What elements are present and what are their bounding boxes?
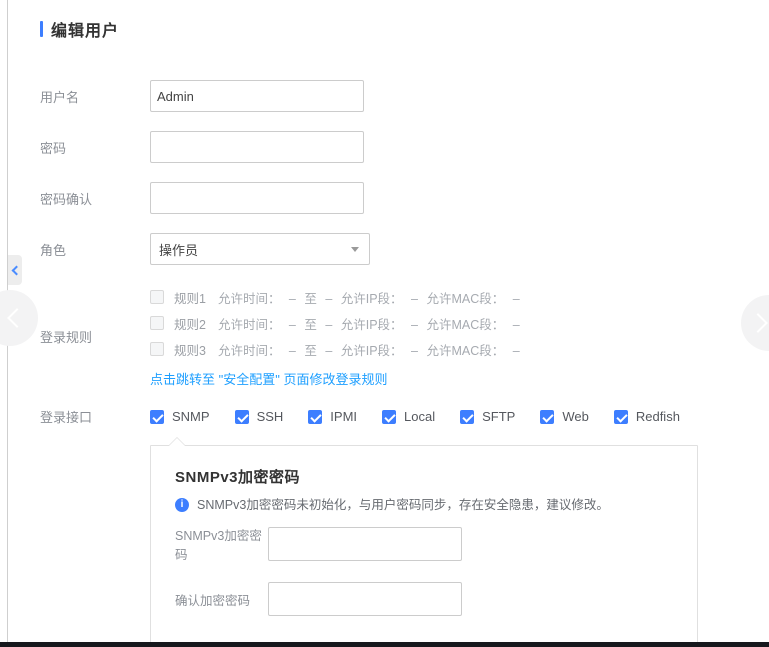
- snmpv3-password-label: SNMPv3加密密码: [175, 525, 268, 563]
- username-label: 用户名: [40, 87, 150, 106]
- redfish-checkbox[interactable]: [614, 410, 628, 424]
- login-rule-row: 规则2 允许时间： – 至 – 允许IP段： – 允许MAC段： –: [150, 310, 520, 336]
- snmpv3-notice-text: SNMPv3加密密码未初始化，与用户密码同步，存在安全隐患，建议修改。: [197, 497, 609, 514]
- interface-option-local[interactable]: Local: [382, 409, 435, 424]
- rule2-detail: 允许时间： – 至 – 允许IP段： – 允许MAC段： –: [218, 314, 520, 333]
- rule1-checkbox[interactable]: [150, 290, 164, 304]
- password-input[interactable]: [150, 131, 364, 163]
- ssh-label: SSH: [257, 409, 284, 424]
- rule1-detail: 允许时间： – 至 – 允许IP段： – 允许MAC段： –: [218, 288, 520, 307]
- snmpv3-password-confirm-input[interactable]: [268, 582, 462, 616]
- password-label: 密码: [40, 138, 150, 157]
- web-checkbox[interactable]: [540, 410, 554, 424]
- interface-option-sftp[interactable]: SFTP: [460, 409, 515, 424]
- rule3-detail: 允许时间： – 至 – 允许IP段： – 允许MAC段： –: [218, 340, 520, 359]
- chevron-right-icon: [748, 313, 768, 333]
- interface-option-web[interactable]: Web: [540, 409, 589, 424]
- sftp-checkbox[interactable]: [460, 410, 474, 424]
- role-label: 角色: [40, 240, 150, 259]
- page-header: 编辑用户: [40, 18, 769, 40]
- snmp-label: SNMP: [172, 409, 210, 424]
- rule2-name: 规则2: [174, 314, 206, 333]
- ipmi-checkbox[interactable]: [308, 410, 322, 424]
- title-accent-bar: [40, 21, 43, 37]
- edit-user-content: 编辑用户 用户名 密码 密码确认 角色 操作员: [8, 0, 769, 647]
- login-interfaces-label: 登录接口: [40, 407, 150, 426]
- chevron-down-icon: [351, 247, 359, 252]
- panel-callout-notch-fill: [169, 438, 185, 446]
- form-row-login-rules: 登录规则 规则1 允许时间： – 至 – 允许IP段： – 允许MAC段： – …: [40, 284, 769, 388]
- login-rules-list: 规则1 允许时间： – 至 – 允许IP段： – 允许MAC段： – 规则2 允…: [150, 284, 520, 388]
- snmpv3-password-input[interactable]: [268, 527, 462, 561]
- login-rules-label: 登录规则: [40, 327, 150, 346]
- snmpv3-fields: SNMPv3加密密码 确认加密密码: [175, 525, 673, 616]
- snmpv3-panel-title: SNMPv3加密密码: [175, 466, 673, 487]
- security-config-link[interactable]: 点击跳转至 "安全配置" 页面修改登录规则: [150, 369, 520, 388]
- login-interfaces-group: SNMP SSH IPMI Local: [150, 409, 705, 424]
- local-checkbox[interactable]: [382, 410, 396, 424]
- snmp-checkbox[interactable]: [150, 410, 164, 424]
- interface-option-ipmi[interactable]: IPMI: [308, 409, 357, 424]
- page-title: 编辑用户: [51, 17, 119, 41]
- snmpv3-panel: SNMPv3加密密码 SNMPv3加密密码未初始化，与用户密码同步，存在安全隐患…: [150, 445, 698, 647]
- chevron-left-icon: [12, 265, 22, 275]
- edit-user-page: 编辑用户 用户名 密码 密码确认 角色 操作员: [0, 0, 769, 647]
- web-label: Web: [562, 409, 589, 424]
- form-row-login-interfaces: 登录接口 SNMP SSH IPMI: [40, 407, 769, 426]
- redfish-label: Redfish: [636, 409, 680, 424]
- local-label: Local: [404, 409, 435, 424]
- ipmi-label: IPMI: [330, 409, 357, 424]
- login-rule-row: 规则3 允许时间： – 至 – 允许IP段： – 允许MAC段： –: [150, 336, 520, 362]
- snmpv3-password-confirm-label: 确认加密密码: [175, 590, 268, 609]
- edit-user-form: 用户名 密码 密码确认 角色 操作员 登录规则: [40, 80, 769, 647]
- interface-option-snmp[interactable]: SNMP: [150, 409, 210, 424]
- interface-option-ssh[interactable]: SSH: [235, 409, 284, 424]
- sftp-label: SFTP: [482, 409, 515, 424]
- form-row-snmpv3-password: SNMPv3加密密码: [175, 525, 673, 563]
- form-row-snmpv3-password-confirm: 确认加密密码: [175, 582, 673, 616]
- bottom-bar: [0, 642, 769, 647]
- password-confirm-label: 密码确认: [40, 189, 150, 208]
- snmpv3-notice: SNMPv3加密密码未初始化，与用户密码同步，存在安全隐患，建议修改。: [175, 497, 673, 514]
- role-select-value: 操作员: [159, 240, 198, 259]
- sidebar-collapse-toggle[interactable]: [8, 255, 22, 285]
- password-confirm-input[interactable]: [150, 182, 364, 214]
- form-row-password-confirm: 密码确认: [40, 182, 769, 214]
- form-row-password: 密码: [40, 131, 769, 163]
- chevron-left-icon: [7, 308, 27, 328]
- role-select[interactable]: 操作员: [150, 233, 370, 265]
- info-icon: [175, 498, 189, 512]
- form-row-username: 用户名: [40, 80, 769, 112]
- ssh-checkbox[interactable]: [235, 410, 249, 424]
- login-rule-row: 规则1 允许时间： – 至 – 允许IP段： – 允许MAC段： –: [150, 284, 520, 310]
- rule3-checkbox[interactable]: [150, 342, 164, 356]
- rule2-checkbox[interactable]: [150, 316, 164, 330]
- rule1-name: 规则1: [174, 288, 206, 307]
- username-input[interactable]: [150, 80, 364, 112]
- form-row-role: 角色 操作员: [40, 233, 769, 265]
- interface-option-redfish[interactable]: Redfish: [614, 409, 680, 424]
- rule3-name: 规则3: [174, 340, 206, 359]
